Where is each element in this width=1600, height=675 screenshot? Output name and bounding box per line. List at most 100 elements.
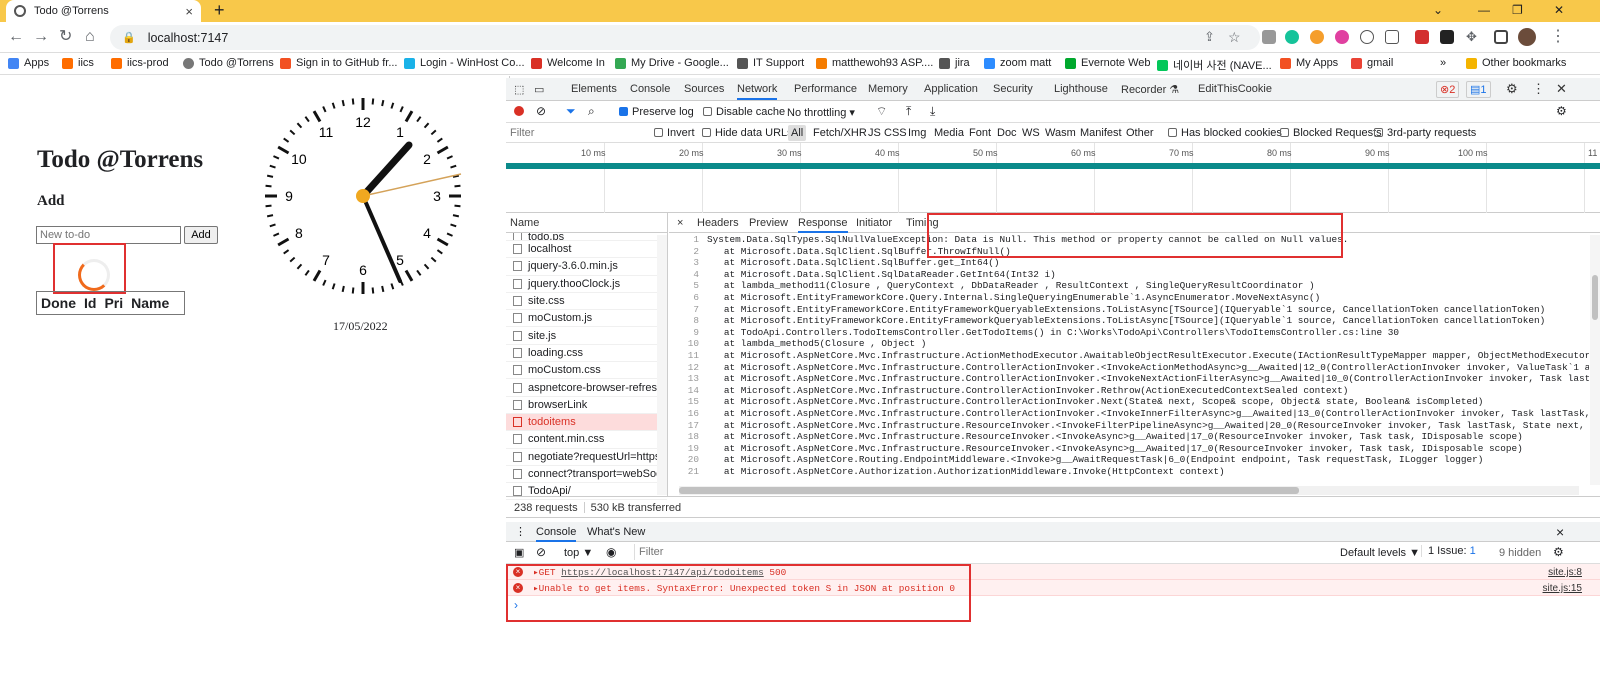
share-icon[interactable]: ⇪: [1204, 28, 1215, 46]
request-row[interactable]: moCustom.css: [506, 362, 667, 380]
filter-type-css[interactable]: CSS: [884, 127, 907, 139]
filter-type-fetch[interactable]: Fetch/XHR: [813, 127, 867, 139]
request-row[interactable]: todo.ps: [506, 233, 667, 241]
tab-application[interactable]: Application: [924, 83, 978, 95]
close-window-button[interactable]: ✕: [1554, 0, 1564, 20]
filter-funnel-icon[interactable]: ⏷: [566, 104, 576, 119]
ethiscookie-icon[interactable]: [1440, 30, 1454, 44]
avatar[interactable]: [1518, 28, 1536, 46]
tab-headers[interactable]: Headers: [697, 217, 739, 229]
download-icon[interactable]: ⤓: [930, 104, 935, 119]
bookmark-welcome[interactable]: Welcome In: [531, 57, 605, 69]
console-filter-input[interactable]: [634, 544, 1334, 560]
console-settings-icon[interactable]: ⚙: [1553, 545, 1564, 559]
filter-type-all[interactable]: All: [788, 125, 807, 141]
upload-icon[interactable]: ⤒: [906, 104, 911, 119]
wifi-icon[interactable]: ⌔: [876, 104, 887, 119]
record-icon[interactable]: [514, 106, 524, 116]
drawer-tab-whats-new[interactable]: What's New: [587, 526, 645, 538]
request-row[interactable]: aspnetcore-browser-refresh.js: [506, 379, 667, 397]
disable-cache-checkbox[interactable]: Disable cache: [703, 106, 785, 118]
response-horizontal-scrollbar[interactable]: [679, 486, 1579, 495]
bookmark-my-apps[interactable]: My Apps: [1280, 57, 1338, 69]
grid-icon[interactable]: [1385, 30, 1399, 44]
network-filter-input[interactable]: [510, 125, 646, 140]
home-icon[interactable]: ⌂: [85, 28, 95, 46]
bookmark-apps[interactable]: Apps: [8, 57, 49, 69]
sidebar-icon[interactable]: [1494, 30, 1508, 44]
tab-performance[interactable]: Performance: [794, 83, 857, 95]
tab-lighthouse[interactable]: Lighthouse: [1054, 83, 1108, 95]
filter-type-media[interactable]: Media: [934, 127, 964, 139]
request-row[interactable]: localhost: [506, 241, 667, 259]
name-column-header[interactable]: Name: [506, 213, 667, 233]
filter-type-ws[interactable]: WS: [1022, 127, 1040, 139]
filter-type-manifest[interactable]: Manifest: [1080, 127, 1122, 139]
tab-security[interactable]: Security: [993, 83, 1033, 95]
filter-type-other[interactable]: Other: [1126, 127, 1154, 139]
source-link[interactable]: site.js:15: [1543, 583, 1582, 594]
puzzle-icon[interactable]: ✥: [1466, 28, 1477, 46]
back-arrow-icon[interactable]: ←: [8, 28, 24, 46]
eye-icon[interactable]: ◉: [606, 545, 616, 559]
request-row[interactable]: site.js: [506, 327, 667, 345]
response-vertical-scrollbar[interactable]: [1590, 235, 1600, 485]
source-link[interactable]: site.js:8: [1548, 567, 1582, 578]
clear-icon[interactable]: ⊘: [536, 104, 546, 118]
reload-icon[interactable]: ↻: [59, 28, 72, 46]
hide-data-urls-checkbox[interactable]: Hide data URLs: [702, 127, 793, 139]
tab-network[interactable]: Network: [737, 83, 778, 100]
bookmarks-more[interactable]: »: [1440, 57, 1446, 69]
new-tab-button[interactable]: +: [214, 0, 225, 20]
tab-recorder[interactable]: Recorder ⚗: [1121, 83, 1179, 96]
detail-close-icon[interactable]: ×: [677, 217, 683, 229]
inspect-icon[interactable]: ⬚: [514, 83, 524, 96]
tab-close-icon[interactable]: ×: [185, 4, 193, 19]
add-button[interactable]: Add: [184, 226, 218, 244]
request-row[interactable]: moCustom.js: [506, 310, 667, 328]
blocked-requests-checkbox[interactable]: Blocked Requests: [1280, 127, 1382, 139]
new-todo-input[interactable]: [36, 226, 181, 244]
log-levels-select[interactable]: Default levels ▼: [1340, 547, 1420, 559]
extension-icon[interactable]: [1262, 30, 1276, 44]
request-row[interactable]: content.min.css: [506, 431, 667, 449]
drawer-close-icon[interactable]: ×: [1556, 524, 1564, 540]
bookmark-iics-prod[interactable]: iics-prod: [111, 57, 169, 69]
request-row[interactable]: connect?transport=webSocke: [506, 466, 667, 484]
request-list-scrollbar[interactable]: [657, 235, 667, 495]
tab-editthiscookie[interactable]: EditThisCookie: [1198, 83, 1272, 95]
bookmark-zoom[interactable]: zoom matt: [984, 57, 1051, 69]
smile-icon[interactable]: [1360, 30, 1374, 44]
filter-type-js[interactable]: JS: [868, 127, 881, 139]
request-row[interactable]: jquery-3.6.0.min.js: [506, 258, 667, 276]
minimize-button[interactable]: —: [1478, 0, 1490, 20]
bookmark-it-support[interactable]: IT Support: [737, 57, 804, 69]
color-picker-icon[interactable]: [1335, 30, 1349, 44]
filter-type-wasm[interactable]: Wasm: [1045, 127, 1076, 139]
browser-tab[interactable]: Todo @Torrens ×: [6, 0, 201, 22]
maximize-button[interactable]: ❐: [1512, 0, 1523, 20]
grammarly-icon[interactable]: [1285, 30, 1299, 44]
blocked-cookies-checkbox[interactable]: Has blocked cookies: [1168, 127, 1282, 139]
tab-elements[interactable]: Elements: [571, 83, 617, 95]
filter-type-doc[interactable]: Doc: [997, 127, 1017, 139]
forward-arrow-icon[interactable]: →: [33, 28, 49, 46]
settings-gear-icon[interactable]: ⚙: [1506, 81, 1518, 97]
devtools-menu-icon[interactable]: ⋮: [1532, 81, 1545, 97]
more-menu-icon[interactable]: ⋮: [1550, 28, 1566, 46]
context-select[interactable]: top ▼: [564, 547, 593, 559]
devtools-close-icon[interactable]: ✕: [1556, 81, 1567, 97]
bookmark-star-icon[interactable]: ☆: [1228, 28, 1241, 46]
preserve-log-checkbox[interactable]: Preserve log: [619, 106, 694, 118]
book-icon[interactable]: [1415, 30, 1429, 44]
bookmark-naver[interactable]: 네이버 사전 (NAVE...: [1157, 57, 1272, 73]
bookmark-github[interactable]: Sign in to GitHub fr...: [280, 57, 398, 69]
network-settings-icon[interactable]: ⚙: [1556, 104, 1567, 118]
request-row[interactable]: loading.css: [506, 345, 667, 363]
cookie-icon[interactable]: [1310, 30, 1324, 44]
third-party-checkbox[interactable]: 3rd-party requests: [1374, 127, 1476, 139]
bookmark-drive[interactable]: My Drive - Google...: [615, 57, 729, 69]
issue-count-badge[interactable]: ▤1: [1466, 81, 1491, 98]
tab-memory[interactable]: Memory: [868, 83, 908, 95]
drawer-menu-icon[interactable]: ⋮: [515, 525, 526, 538]
